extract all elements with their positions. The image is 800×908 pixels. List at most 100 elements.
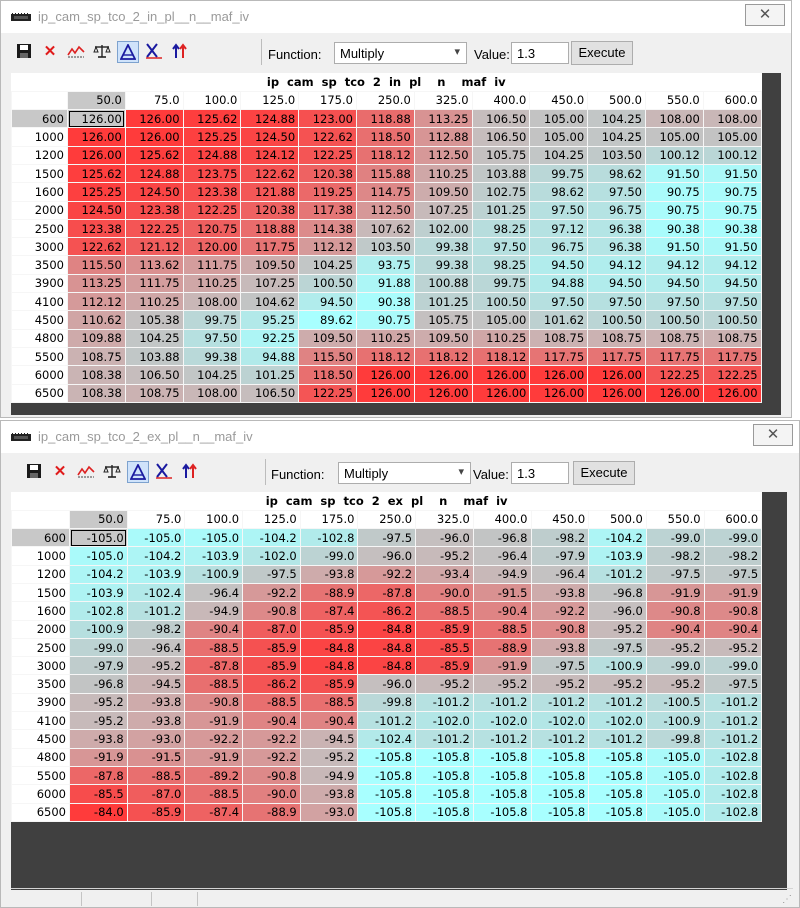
map-cell[interactable]: -86.2: [357, 601, 417, 621]
map-cell[interactable]: 104.25: [587, 127, 646, 147]
map-cell[interactable]: -90.4: [703, 619, 763, 639]
title-bar[interactable]: ip_cam_sp_tco_2_ex_pl__n__maf_iv ✕: [1, 421, 799, 453]
map-cell[interactable]: -105.0: [69, 528, 128, 548]
map-cell[interactable]: -90.4: [242, 711, 301, 731]
map-cell[interactable]: -92.2: [357, 564, 417, 584]
map-cell[interactable]: -88.5: [242, 692, 301, 713]
map-cell[interactable]: 107.62: [355, 218, 415, 239]
map-cell[interactable]: -101.2: [588, 692, 647, 713]
map-cell[interactable]: 118.12: [471, 346, 531, 367]
map-cell[interactable]: 105.00: [471, 310, 531, 330]
map-cell[interactable]: 104.25: [529, 145, 589, 165]
map-cell[interactable]: -87.8: [357, 582, 417, 603]
row-header[interactable]: 3000: [11, 237, 68, 257]
map-cell[interactable]: -105.8: [588, 802, 647, 822]
map-cell[interactable]: -105.0: [645, 747, 705, 767]
map-cell[interactable]: 91.50: [644, 237, 704, 257]
map-cell[interactable]: -98.2: [530, 528, 590, 548]
map-cell[interactable]: 123.38: [124, 200, 184, 220]
map-cell[interactable]: 117.75: [587, 346, 646, 367]
map-cell[interactable]: -95.2: [588, 674, 647, 694]
map-cell[interactable]: 115.88: [355, 163, 415, 184]
map-cell[interactable]: -102.0: [588, 711, 647, 731]
map-cell[interactable]: -99.0: [703, 528, 763, 548]
map-cell[interactable]: -99.0: [645, 656, 705, 676]
map-cell[interactable]: -93.8: [530, 582, 590, 603]
map-cell[interactable]: 90.75: [644, 200, 704, 220]
map-cell[interactable]: 123.38: [67, 218, 126, 239]
map-cell[interactable]: 93.75: [355, 255, 415, 275]
map-cell[interactable]: 101.62: [529, 310, 589, 330]
row-header[interactable]: 1500: [11, 163, 68, 184]
row-header[interactable]: 3500: [11, 255, 68, 275]
map-cell[interactable]: -90.8: [530, 619, 590, 639]
column-header[interactable]: 325.0: [413, 90, 473, 111]
map-cell[interactable]: -102.0: [242, 546, 301, 566]
map-cell[interactable]: -95.2: [703, 637, 763, 658]
map-cell[interactable]: 117.75: [240, 237, 300, 257]
row-header[interactable]: 4100: [11, 711, 70, 731]
map-cell[interactable]: 112.88: [413, 127, 473, 147]
map-cell[interactable]: 90.38: [702, 218, 762, 239]
map-cell[interactable]: 106.50: [124, 365, 184, 385]
map-cell[interactable]: -102.8: [69, 601, 128, 621]
map-cell[interactable]: -85.5: [69, 784, 128, 804]
map-cell[interactable]: -105.8: [415, 765, 474, 786]
row-header[interactable]: 2500: [11, 637, 70, 658]
column-header[interactable]: 450.0: [529, 90, 589, 111]
axis-button[interactable]: [153, 461, 175, 483]
map-cell[interactable]: 110.25: [124, 292, 184, 312]
map-cell[interactable]: -97.5: [357, 528, 417, 548]
map-cell[interactable]: 94.50: [644, 273, 704, 294]
map-cell[interactable]: -90.8: [184, 692, 244, 713]
map-cell[interactable]: 122.62: [67, 237, 126, 257]
map-cell[interactable]: -86.2: [242, 674, 301, 694]
map-cell[interactable]: 106.50: [471, 127, 531, 147]
map-cell[interactable]: 108.75: [67, 346, 126, 367]
map-cell[interactable]: 118.12: [355, 145, 415, 165]
column-header[interactable]: 600.0: [702, 90, 762, 111]
map-cell[interactable]: -105.0: [645, 784, 705, 804]
column-header[interactable]: 100.0: [184, 509, 244, 530]
map-cell[interactable]: -84.8: [299, 637, 359, 658]
row-header[interactable]: 4500: [11, 310, 68, 330]
map-cell[interactable]: 109.50: [298, 328, 357, 348]
row-header[interactable]: 6000: [11, 365, 68, 385]
map-cell[interactable]: 91.88: [355, 273, 415, 294]
map-cell[interactable]: -91.5: [126, 747, 186, 767]
map-cell[interactable]: -88.5: [472, 619, 532, 639]
map-cell[interactable]: 115.50: [298, 346, 357, 367]
row-header[interactable]: 2500: [11, 218, 68, 239]
map-cell[interactable]: 99.38: [413, 255, 473, 275]
map-cell[interactable]: -105.8: [357, 765, 417, 786]
map-cell[interactable]: -88.9: [472, 637, 532, 658]
map-cell[interactable]: 126.00: [413, 383, 473, 403]
map-cell[interactable]: 99.75: [471, 273, 531, 294]
map-cell[interactable]: -105.8: [357, 802, 417, 822]
map-cell[interactable]: -90.8: [703, 601, 763, 621]
map-cell[interactable]: 118.88: [355, 109, 415, 129]
map-cell[interactable]: -87.0: [242, 619, 301, 639]
map-cell[interactable]: -102.8: [703, 747, 763, 767]
balance-button[interactable]: [101, 461, 123, 483]
map-cell[interactable]: 97.50: [702, 292, 762, 312]
map-cell[interactable]: -94.9: [184, 601, 244, 621]
map-cell[interactable]: 103.88: [471, 163, 531, 184]
map-cell[interactable]: -105.8: [472, 802, 532, 822]
map-cell[interactable]: 121.12: [124, 237, 184, 257]
map-cell[interactable]: -101.2: [472, 729, 532, 749]
column-header[interactable]: 400.0: [471, 90, 531, 111]
column-header[interactable]: 75.0: [124, 90, 184, 111]
interpolate-button[interactable]: [127, 461, 149, 483]
map-cell[interactable]: 105.00: [529, 109, 589, 129]
map-cell[interactable]: 126.00: [644, 383, 704, 403]
map-cell[interactable]: 108.00: [182, 292, 242, 312]
map-cell[interactable]: 94.50: [529, 255, 589, 275]
map-cell[interactable]: 111.75: [124, 273, 184, 294]
map-cell[interactable]: 90.75: [702, 200, 762, 220]
map-cell[interactable]: 110.25: [413, 163, 473, 184]
map-cell[interactable]: 111.75: [182, 255, 242, 275]
map-cell[interactable]: -94.9: [472, 564, 532, 584]
map-cell[interactable]: 100.12: [644, 145, 704, 165]
map-cell[interactable]: -87.4: [184, 802, 244, 822]
